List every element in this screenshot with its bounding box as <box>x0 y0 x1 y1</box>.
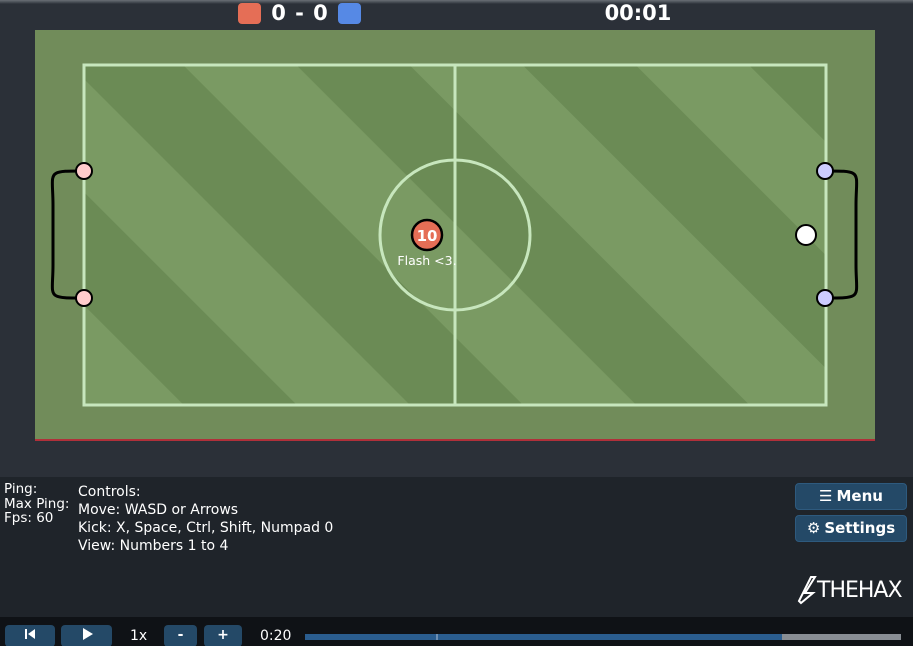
game-timer: 00:01 <box>604 1 672 25</box>
max-ping-stat: Max Ping: <box>4 495 70 512</box>
skip-back-icon <box>25 629 35 639</box>
play-button[interactable] <box>61 625 112 646</box>
ball <box>795 224 817 246</box>
speed-increase-button[interactable]: + <box>204 625 242 646</box>
game-window: 0 - 0 00:01 10 Flash <3. Ping: Max Ping:… <box>0 0 913 646</box>
menu-label: Menu <box>836 487 883 505</box>
logo-text: THEHAX <box>816 578 902 603</box>
replay-bar: 1x - + 0:20 <box>0 617 913 646</box>
replay-progress-marker <box>436 634 438 640</box>
score-text: 0 - 0 <box>271 1 329 25</box>
speed-decrease-button[interactable]: - <box>164 625 197 646</box>
settings-label: Settings <box>824 519 896 537</box>
blue-team-indicator <box>338 3 361 24</box>
field-divider <box>35 439 875 441</box>
playback-speed: 1x <box>130 628 148 644</box>
red-goal-post <box>75 289 93 307</box>
menu-button[interactable]: ☰ Menu <box>795 483 907 510</box>
controls-help: Controls: Move: WASD or Arrows Kick: X, … <box>78 483 333 555</box>
hamburger-icon: ☰ <box>819 487 833 505</box>
player-name: Flash <3. <box>397 253 456 268</box>
player-number: 10 <box>417 227 438 245</box>
controls-view: View: Numbers 1 to 4 <box>78 538 229 554</box>
controls-title: Controls: <box>78 484 141 500</box>
play-icon <box>82 628 93 640</box>
replay-progress-track[interactable] <box>305 634 901 640</box>
scoreboard: 0 - 0 00:01 <box>0 0 913 30</box>
red-goal-post <box>75 162 93 180</box>
soccer-field: 10 Flash <3. <box>35 30 875 441</box>
controls-kick: Kick: X, Space, Ctrl, Shift, Numpad 0 <box>78 520 334 536</box>
bottom-panel: Ping: Max Ping: Fps: 60 Controls: Move: … <box>0 477 913 617</box>
red-team-indicator <box>238 3 261 24</box>
ping-stat: Ping: <box>4 481 38 497</box>
settings-button[interactable]: ⚙ Settings <box>795 515 907 542</box>
blue-goal-post <box>816 289 834 307</box>
fps-stat: Fps: 60 <box>4 510 54 526</box>
thehax-logo: THEHAX <box>795 573 909 605</box>
controls-move: Move: WASD or Arrows <box>78 502 239 518</box>
gear-icon: ⚙ <box>806 519 821 537</box>
blue-goal-post <box>816 162 834 180</box>
stats-panel: Ping: Max Ping: Fps: 60 <box>4 482 69 526</box>
replay-time: 0:20 <box>260 628 292 644</box>
skip-to-start-button[interactable] <box>5 625 55 646</box>
replay-progress-fill <box>305 634 782 640</box>
